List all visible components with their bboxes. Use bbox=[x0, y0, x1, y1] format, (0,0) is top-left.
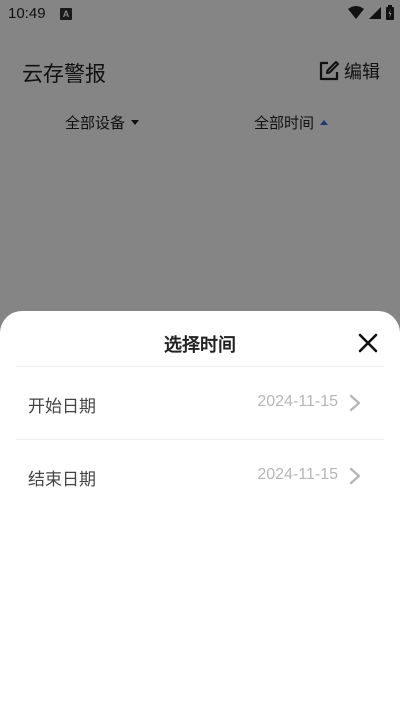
divider bbox=[16, 366, 384, 367]
end-date-row[interactable]: 结束日期 2024-11-15 bbox=[16, 442, 384, 514]
start-date-label: 开始日期 bbox=[28, 397, 96, 417]
start-date-value: 2024-11-15 bbox=[257, 393, 338, 410]
time-picker-sheet: 选择时间 开始日期 2024-11-15 结束日期 2024-11-15 bbox=[0, 311, 400, 711]
divider bbox=[16, 439, 384, 440]
sheet-title: 选择时间 bbox=[164, 335, 236, 356]
chevron-right-icon bbox=[349, 467, 361, 485]
chevron-right-icon bbox=[349, 394, 361, 412]
end-date-value: 2024-11-15 bbox=[257, 466, 338, 483]
close-icon[interactable] bbox=[356, 331, 380, 355]
end-date-label: 结束日期 bbox=[28, 470, 96, 490]
start-date-row[interactable]: 开始日期 2024-11-15 bbox=[16, 369, 384, 441]
